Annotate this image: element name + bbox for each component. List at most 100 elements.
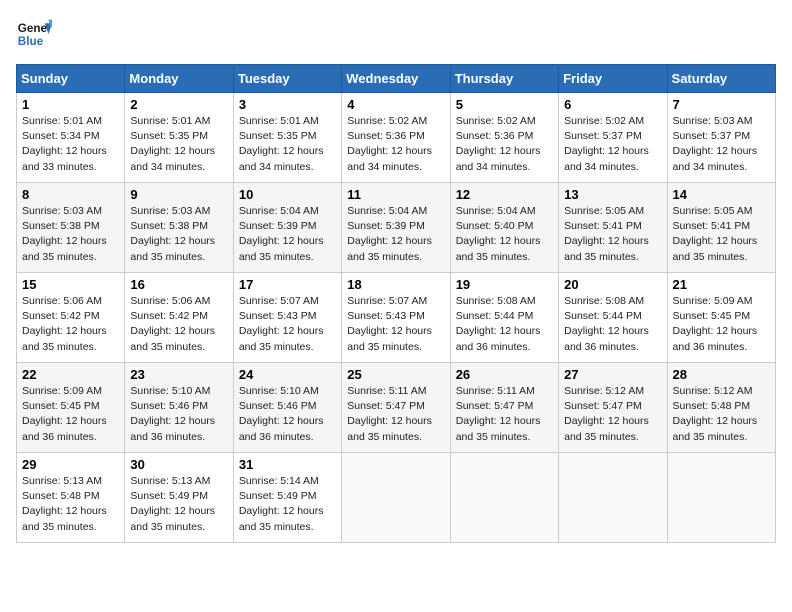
day-number: 28	[673, 367, 770, 382]
empty-cell	[450, 453, 558, 543]
empty-cell	[559, 453, 667, 543]
day-number: 11	[347, 187, 444, 202]
day-info: Sunrise: 5:10 AMSunset: 5:46 PMDaylight:…	[239, 384, 336, 445]
day-info: Sunrise: 5:08 AMSunset: 5:44 PMDaylight:…	[456, 294, 553, 355]
day-cell-7: 7 Sunrise: 5:03 AMSunset: 5:37 PMDayligh…	[667, 93, 775, 183]
day-info: Sunrise: 5:02 AMSunset: 5:37 PMDaylight:…	[564, 114, 661, 175]
calendar-table: SundayMondayTuesdayWednesdayThursdayFrid…	[16, 64, 776, 543]
day-cell-13: 13 Sunrise: 5:05 AMSunset: 5:41 PMDaylig…	[559, 183, 667, 273]
day-info: Sunrise: 5:03 AMSunset: 5:37 PMDaylight:…	[673, 114, 770, 175]
day-cell-28: 28 Sunrise: 5:12 AMSunset: 5:48 PMDaylig…	[667, 363, 775, 453]
day-info: Sunrise: 5:01 AMSunset: 5:34 PMDaylight:…	[22, 114, 119, 175]
day-cell-10: 10 Sunrise: 5:04 AMSunset: 5:39 PMDaylig…	[233, 183, 341, 273]
day-info: Sunrise: 5:06 AMSunset: 5:42 PMDaylight:…	[130, 294, 227, 355]
weekday-sunday: Sunday	[17, 65, 125, 93]
weekday-friday: Friday	[559, 65, 667, 93]
day-info: Sunrise: 5:05 AMSunset: 5:41 PMDaylight:…	[673, 204, 770, 265]
day-cell-16: 16 Sunrise: 5:06 AMSunset: 5:42 PMDaylig…	[125, 273, 233, 363]
day-cell-31: 31 Sunrise: 5:14 AMSunset: 5:49 PMDaylig…	[233, 453, 341, 543]
day-info: Sunrise: 5:03 AMSunset: 5:38 PMDaylight:…	[22, 204, 119, 265]
day-cell-18: 18 Sunrise: 5:07 AMSunset: 5:43 PMDaylig…	[342, 273, 450, 363]
day-info: Sunrise: 5:01 AMSunset: 5:35 PMDaylight:…	[239, 114, 336, 175]
day-cell-9: 9 Sunrise: 5:03 AMSunset: 5:38 PMDayligh…	[125, 183, 233, 273]
day-number: 12	[456, 187, 553, 202]
day-cell-27: 27 Sunrise: 5:12 AMSunset: 5:47 PMDaylig…	[559, 363, 667, 453]
day-number: 4	[347, 97, 444, 112]
calendar-week-3: 15 Sunrise: 5:06 AMSunset: 5:42 PMDaylig…	[17, 273, 776, 363]
day-cell-20: 20 Sunrise: 5:08 AMSunset: 5:44 PMDaylig…	[559, 273, 667, 363]
day-number: 14	[673, 187, 770, 202]
day-cell-25: 25 Sunrise: 5:11 AMSunset: 5:47 PMDaylig…	[342, 363, 450, 453]
day-info: Sunrise: 5:09 AMSunset: 5:45 PMDaylight:…	[673, 294, 770, 355]
day-info: Sunrise: 5:13 AMSunset: 5:49 PMDaylight:…	[130, 474, 227, 535]
day-cell-3: 3 Sunrise: 5:01 AMSunset: 5:35 PMDayligh…	[233, 93, 341, 183]
day-cell-6: 6 Sunrise: 5:02 AMSunset: 5:37 PMDayligh…	[559, 93, 667, 183]
day-info: Sunrise: 5:07 AMSunset: 5:43 PMDaylight:…	[239, 294, 336, 355]
day-info: Sunrise: 5:05 AMSunset: 5:41 PMDaylight:…	[564, 204, 661, 265]
day-info: Sunrise: 5:01 AMSunset: 5:35 PMDaylight:…	[130, 114, 227, 175]
day-number: 10	[239, 187, 336, 202]
day-info: Sunrise: 5:07 AMSunset: 5:43 PMDaylight:…	[347, 294, 444, 355]
day-cell-26: 26 Sunrise: 5:11 AMSunset: 5:47 PMDaylig…	[450, 363, 558, 453]
day-number: 23	[130, 367, 227, 382]
day-info: Sunrise: 5:02 AMSunset: 5:36 PMDaylight:…	[347, 114, 444, 175]
day-info: Sunrise: 5:02 AMSunset: 5:36 PMDaylight:…	[456, 114, 553, 175]
day-number: 6	[564, 97, 661, 112]
calendar-week-5: 29 Sunrise: 5:13 AMSunset: 5:48 PMDaylig…	[17, 453, 776, 543]
day-number: 25	[347, 367, 444, 382]
day-number: 5	[456, 97, 553, 112]
day-number: 1	[22, 97, 119, 112]
empty-cell	[667, 453, 775, 543]
day-cell-22: 22 Sunrise: 5:09 AMSunset: 5:45 PMDaylig…	[17, 363, 125, 453]
day-number: 3	[239, 97, 336, 112]
day-number: 8	[22, 187, 119, 202]
day-cell-29: 29 Sunrise: 5:13 AMSunset: 5:48 PMDaylig…	[17, 453, 125, 543]
day-number: 20	[564, 277, 661, 292]
day-info: Sunrise: 5:11 AMSunset: 5:47 PMDaylight:…	[456, 384, 553, 445]
day-number: 21	[673, 277, 770, 292]
day-number: 13	[564, 187, 661, 202]
logo-icon: General Blue	[16, 16, 52, 52]
calendar-body: 1 Sunrise: 5:01 AMSunset: 5:34 PMDayligh…	[17, 93, 776, 543]
day-info: Sunrise: 5:12 AMSunset: 5:47 PMDaylight:…	[564, 384, 661, 445]
day-info: Sunrise: 5:09 AMSunset: 5:45 PMDaylight:…	[22, 384, 119, 445]
day-info: Sunrise: 5:13 AMSunset: 5:48 PMDaylight:…	[22, 474, 119, 535]
day-number: 24	[239, 367, 336, 382]
day-info: Sunrise: 5:12 AMSunset: 5:48 PMDaylight:…	[673, 384, 770, 445]
day-number: 19	[456, 277, 553, 292]
day-number: 7	[673, 97, 770, 112]
day-number: 17	[239, 277, 336, 292]
day-number: 30	[130, 457, 227, 472]
day-info: Sunrise: 5:11 AMSunset: 5:47 PMDaylight:…	[347, 384, 444, 445]
day-number: 16	[130, 277, 227, 292]
weekday-tuesday: Tuesday	[233, 65, 341, 93]
calendar-week-2: 8 Sunrise: 5:03 AMSunset: 5:38 PMDayligh…	[17, 183, 776, 273]
day-cell-1: 1 Sunrise: 5:01 AMSunset: 5:34 PMDayligh…	[17, 93, 125, 183]
day-number: 27	[564, 367, 661, 382]
day-info: Sunrise: 5:08 AMSunset: 5:44 PMDaylight:…	[564, 294, 661, 355]
weekday-header-row: SundayMondayTuesdayWednesdayThursdayFrid…	[17, 65, 776, 93]
day-info: Sunrise: 5:10 AMSunset: 5:46 PMDaylight:…	[130, 384, 227, 445]
day-number: 22	[22, 367, 119, 382]
weekday-wednesday: Wednesday	[342, 65, 450, 93]
empty-cell	[342, 453, 450, 543]
day-info: Sunrise: 5:04 AMSunset: 5:40 PMDaylight:…	[456, 204, 553, 265]
day-number: 18	[347, 277, 444, 292]
day-number: 26	[456, 367, 553, 382]
day-cell-23: 23 Sunrise: 5:10 AMSunset: 5:46 PMDaylig…	[125, 363, 233, 453]
day-cell-11: 11 Sunrise: 5:04 AMSunset: 5:39 PMDaylig…	[342, 183, 450, 273]
calendar-week-4: 22 Sunrise: 5:09 AMSunset: 5:45 PMDaylig…	[17, 363, 776, 453]
calendar-week-1: 1 Sunrise: 5:01 AMSunset: 5:34 PMDayligh…	[17, 93, 776, 183]
weekday-saturday: Saturday	[667, 65, 775, 93]
day-number: 9	[130, 187, 227, 202]
svg-text:Blue: Blue	[18, 35, 44, 48]
day-info: Sunrise: 5:06 AMSunset: 5:42 PMDaylight:…	[22, 294, 119, 355]
day-info: Sunrise: 5:14 AMSunset: 5:49 PMDaylight:…	[239, 474, 336, 535]
day-cell-15: 15 Sunrise: 5:06 AMSunset: 5:42 PMDaylig…	[17, 273, 125, 363]
day-info: Sunrise: 5:04 AMSunset: 5:39 PMDaylight:…	[239, 204, 336, 265]
day-cell-17: 17 Sunrise: 5:07 AMSunset: 5:43 PMDaylig…	[233, 273, 341, 363]
day-cell-24: 24 Sunrise: 5:10 AMSunset: 5:46 PMDaylig…	[233, 363, 341, 453]
day-number: 15	[22, 277, 119, 292]
weekday-thursday: Thursday	[450, 65, 558, 93]
day-number: 29	[22, 457, 119, 472]
